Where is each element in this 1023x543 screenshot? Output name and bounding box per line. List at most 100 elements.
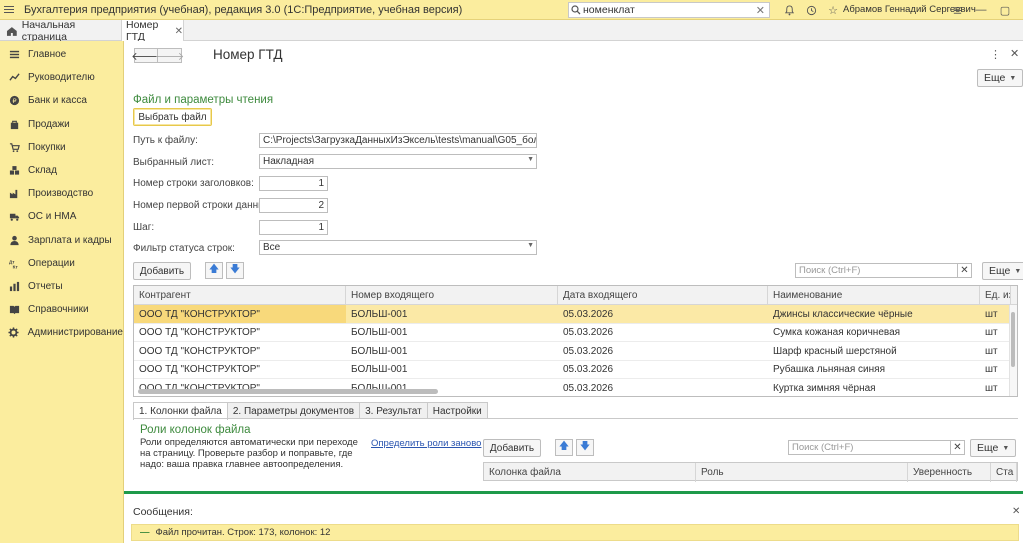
tab-home[interactable]: Начальная страница	[0, 19, 122, 43]
roles-search-input[interactable]: Поиск (Ctrl+F) ✕	[788, 440, 965, 455]
maximize-icon[interactable]: ▢	[993, 2, 1017, 18]
table-row[interactable]: ООО ТД "КОНСТРУКТОР" БОЛЬШ-001 05.03.202…	[134, 324, 1017, 342]
table-search-input[interactable]: Поиск (Ctrl+F) ✕	[795, 263, 972, 278]
path-input[interactable]: C:\Projects\ЗагрузкаДанныхИзЭксель\tests…	[259, 133, 537, 148]
step-label: Шаг:	[133, 222, 155, 233]
sidebar-item-label: Операции	[28, 257, 75, 269]
first-row-input[interactable]: 2	[259, 198, 328, 213]
table-cell: БОЛЬШ-001	[351, 308, 408, 320]
messages-title: Сообщения:	[133, 506, 193, 518]
messages-panel: Сообщения: ✕ — Файл прочитан. Строк: 173…	[124, 491, 1023, 543]
header-row-label: Номер строки заголовков:	[133, 178, 254, 189]
sidebar-item-label: Главное	[28, 49, 67, 61]
column-header[interactable]: Контрагент	[134, 286, 346, 305]
search-icon	[571, 5, 581, 15]
column-header[interactable]: Ед. из	[980, 286, 1011, 305]
sidebar-item-operations[interactable]: Дт Кт Операции	[0, 252, 123, 275]
sidebar-item-sales[interactable]: Продажи	[0, 113, 123, 136]
history-icon[interactable]	[800, 2, 822, 18]
column-header[interactable]: Ста	[991, 463, 1017, 482]
table-row[interactable]: ООО ТД "КОНСТРУКТОР" БОЛЬШ-001 05.03.202…	[134, 361, 1017, 379]
clear-search-icon[interactable]: ✕	[957, 264, 971, 277]
table-row[interactable]: ООО ТД "КОНСТРУКТОР" БОЛЬШ-001 05.03.202…	[134, 342, 1017, 361]
column-header[interactable]: Уверенность	[908, 463, 991, 482]
column-header[interactable]: Колонка файла	[484, 463, 696, 482]
close-messages-icon[interactable]: ✕	[1012, 506, 1020, 517]
sidebar-item-warehouse[interactable]: Склад	[0, 159, 123, 182]
column-header[interactable]: Наименование	[768, 286, 980, 305]
more-actions-icon[interactable]: ⋮	[990, 48, 1001, 61]
column-header[interactable]: Дата входящего	[558, 286, 768, 305]
sidebar-item-production[interactable]: Производство	[0, 182, 123, 205]
close-icon[interactable]: ✕	[1017, 2, 1023, 18]
sidebar-item-label: Администрирование	[27, 327, 123, 339]
close-tab-icon[interactable]: ✕	[175, 26, 183, 37]
redetect-roles-link[interactable]: Определить роли заново	[371, 438, 481, 449]
add-row-button[interactable]: Добавить	[133, 262, 191, 280]
table-row[interactable]: ООО ТД "КОНСТРУКТОР" БОЛЬШ-001 05.03.202…	[134, 379, 1017, 396]
sidebar-item-label: Покупки	[28, 141, 66, 153]
sidebar-item-manager[interactable]: Руководителю	[0, 66, 123, 89]
move-down-button[interactable]: 🡇	[226, 262, 244, 279]
global-search-value: номенклат	[583, 4, 635, 16]
bell-icon[interactable]	[778, 2, 800, 18]
sheet-select[interactable]: Накладная ▼	[259, 154, 537, 169]
table-cell: БОЛЬШ-001	[351, 327, 408, 338]
more-button-roles[interactable]: Еще ▼	[970, 439, 1017, 457]
svg-text:Кт: Кт	[12, 264, 18, 268]
arrow-down-icon: 🡇	[579, 441, 591, 452]
table-cell: шт	[985, 382, 998, 394]
table-cell: Куртка зимняя чёрная	[773, 382, 876, 394]
horizontal-scrollbar[interactable]	[138, 389, 438, 394]
table-row[interactable]: ООО ТД "КОНСТРУКТОР" БОЛЬШ-001 05.03.202…	[134, 305, 1017, 324]
table-cell: 05.03.2026	[563, 327, 614, 338]
header-row-input[interactable]: 1	[259, 176, 328, 191]
step-input[interactable]: 1	[259, 220, 328, 235]
sidebar-item-assets[interactable]: ОС и НМА	[0, 205, 123, 228]
tab-settings[interactable]: Настройки	[426, 402, 488, 419]
close-form-icon[interactable]: ✕	[1010, 47, 1019, 60]
main-menu-icon[interactable]	[0, 0, 18, 20]
table-cell: 05.03.2026	[563, 364, 614, 375]
minimize-icon[interactable]: —	[969, 2, 993, 18]
sidebar-item-label: Производство	[28, 188, 94, 200]
tab-document-params[interactable]: 2. Параметры документов	[226, 402, 361, 419]
star-icon[interactable]: ☆	[822, 2, 844, 18]
more-button-table[interactable]: Еще ▼	[982, 262, 1023, 280]
sidebar-item-bank[interactable]: ₽ Банк и касса	[0, 89, 123, 112]
sidebar-item-label: Зарплата и кадры	[28, 234, 112, 246]
sheet-select-value: Накладная	[263, 156, 315, 167]
table-cell: 05.03.2026	[563, 382, 614, 394]
message-item[interactable]: — Файл прочитан. Строк: 173, колонок: 12	[131, 524, 1019, 541]
column-header[interactable]: Номер входящего	[346, 286, 558, 305]
arrow-down-icon: 🡇	[229, 264, 241, 275]
sidebar-item-directories[interactable]: Справочники	[0, 298, 123, 321]
forward-button[interactable]: 🡒	[155, 48, 184, 63]
sidebar-item-label: Склад	[28, 165, 57, 177]
filter-select[interactable]: Все ▼	[259, 240, 537, 255]
role-move-up-button[interactable]: 🡅	[555, 439, 573, 456]
clear-search-icon[interactable]: ✕	[950, 441, 964, 454]
page-title: Номер ГТД	[213, 47, 283, 62]
sidebar-item-main[interactable]: Главное	[0, 43, 123, 66]
sidebar-item-reports[interactable]: Отчеты	[0, 275, 123, 298]
tab-result[interactable]: 3. Результат	[359, 402, 428, 419]
sidebar-item-salary[interactable]: Зарплата и кадры	[0, 229, 123, 252]
choose-file-button[interactable]: Выбрать файл	[133, 108, 212, 126]
global-search-input[interactable]: номенклат ✕	[568, 2, 770, 18]
column-header[interactable]: Роль	[696, 463, 908, 482]
move-up-button[interactable]: 🡅	[205, 262, 223, 279]
vertical-scrollbar-thumb[interactable]	[1011, 312, 1015, 367]
role-move-down-button[interactable]: 🡇	[576, 439, 594, 456]
more-button-top[interactable]: Еще ▼	[977, 69, 1023, 87]
menu-icon	[8, 49, 20, 61]
settings-menu-icon[interactable]	[945, 2, 969, 18]
add-role-button[interactable]: Добавить	[483, 439, 541, 457]
clear-search-icon[interactable]: ✕	[756, 4, 765, 17]
tab-current[interactable]: Номер ГТД ✕	[122, 19, 184, 43]
sidebar-item-purchases[interactable]: Покупки	[0, 136, 123, 159]
sidebar-item-admin[interactable]: Администрирование	[0, 321, 123, 344]
chart-icon	[8, 280, 20, 292]
book-icon	[8, 304, 20, 316]
table-cell: 05.03.2026	[563, 308, 614, 320]
